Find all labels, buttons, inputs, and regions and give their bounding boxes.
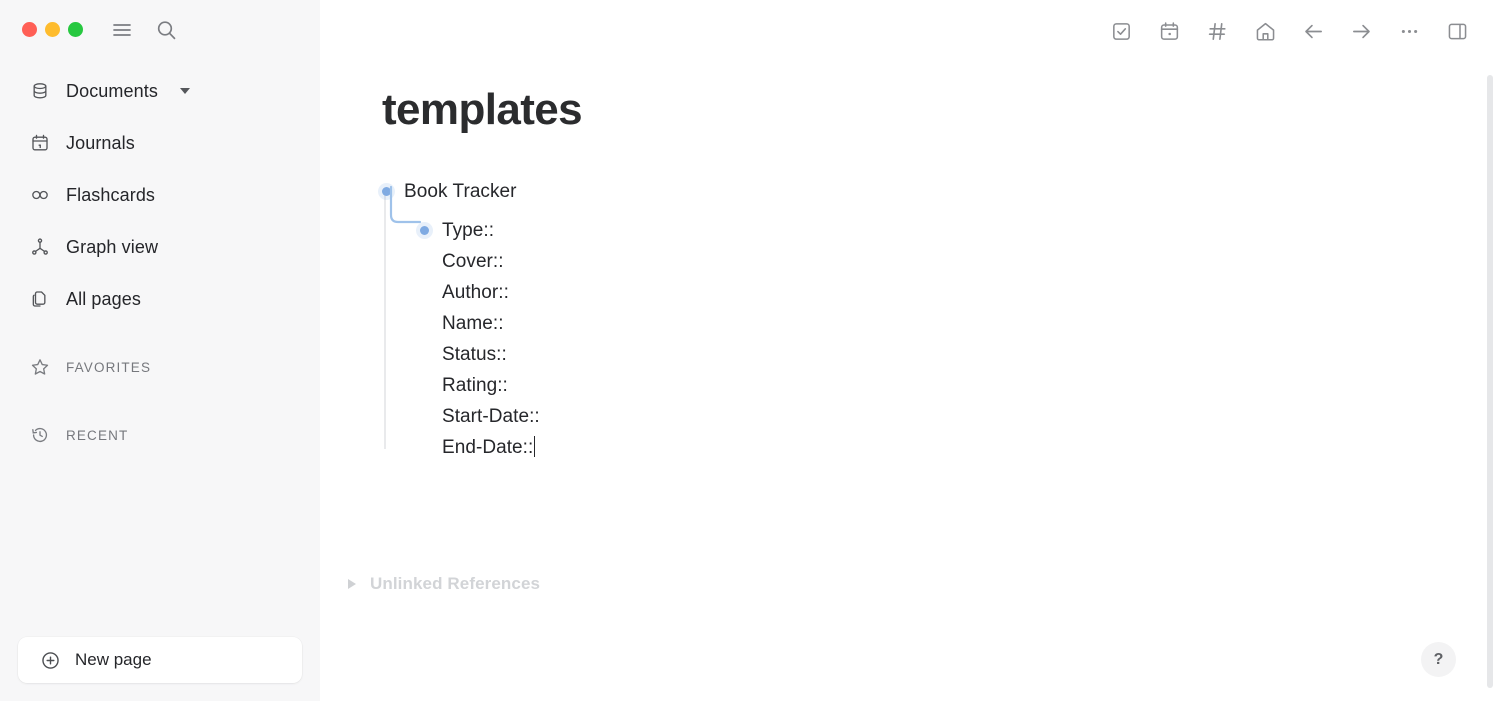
block-line[interactable]: Cover:: [442,246,1500,277]
history-clock-icon [30,425,50,445]
window-controls [22,22,83,37]
infinity-icon [30,185,50,205]
block-line[interactable]: Type:: [442,215,1500,246]
calendar-icon [30,133,50,153]
text-cursor [533,436,536,457]
plus-circle-icon [40,650,61,671]
block-bullet[interactable] [381,187,391,196]
block-text[interactable]: Book Tracker [404,176,517,207]
main-content: templates Book Tracker Type:: Cover:: Au… [320,0,1500,701]
block-row: Book Tracker [376,176,1500,207]
sidebar-item-label: Flashcards [66,184,156,205]
sidebar-section-label: FAVORITES [66,359,152,375]
chevron-right-icon[interactable] [348,579,356,589]
sidebar-item-all-pages[interactable]: All pages [0,280,320,318]
star-icon [30,357,50,377]
sidebar-item-documents[interactable]: Documents [0,72,320,110]
database-icon [30,81,50,101]
new-page-label: New page [75,650,152,669]
scrollbar-thumb[interactable] [1487,75,1493,688]
hamburger-menu-icon[interactable] [110,18,134,42]
sidebar-item-journals[interactable]: Journals [0,124,320,162]
scrollbar-track[interactable] [1485,0,1497,701]
sidebar-item-label: All pages [66,288,141,309]
sidebar-item-label: Journals [66,132,135,153]
search-icon[interactable] [154,18,178,42]
sidebar: Documents Journals Flashcards Graph view… [0,0,320,701]
unlinked-references-label: Unlinked References [370,574,541,593]
sidebar-item-label: Graph view [66,236,159,257]
sidebar-section-recent[interactable]: RECENT [0,416,320,454]
child-block-text[interactable]: Type:: Cover:: Author:: Name:: Status:: … [442,215,1500,463]
graph-icon [30,237,50,257]
block-line[interactable]: Name:: [442,308,1500,339]
sidebar-nav: Documents Journals Flashcards Graph view… [0,72,320,454]
bullet-wrap [376,176,396,207]
block-line-active[interactable]: End-Date:: [442,432,1500,463]
sidebar-item-graph-view[interactable]: Graph view [0,228,320,266]
block-line[interactable]: Status:: [442,339,1500,370]
help-button[interactable]: ? [1421,642,1456,677]
maximize-window-button[interactable] [68,22,83,37]
block-line[interactable]: Rating:: [442,370,1500,401]
new-page-button[interactable]: New page [18,637,302,683]
app-window: Documents Journals Flashcards Graph view… [0,0,1500,701]
sidebar-item-flashcards[interactable]: Flashcards [0,176,320,214]
unlinked-references-toggle[interactable]: Unlinked References [348,574,540,594]
block-line[interactable]: Start-Date:: [442,401,1500,432]
minimize-window-button[interactable] [45,22,60,37]
block-line[interactable]: Author:: [442,277,1500,308]
close-window-button[interactable] [22,22,37,37]
child-block-bullet[interactable] [420,226,429,235]
block-tree: Book Tracker Type:: Cover:: Author:: Nam… [381,176,1500,463]
chevron-down-icon[interactable] [179,88,190,94]
sidebar-top-icons [110,18,178,42]
block-line-text: End-Date:: [442,437,534,458]
sidebar-item-label: Documents [66,80,158,101]
sidebar-section-label: RECENT [66,427,129,443]
pages-icon [30,289,50,309]
page-title[interactable]: templates [382,88,1500,132]
sidebar-section-favorites[interactable]: FAVORITES [0,348,320,386]
child-block-group: Type:: Cover:: Author:: Name:: Status:: … [384,185,1500,463]
page-body: templates Book Tracker Type:: Cover:: Au… [320,0,1500,593]
